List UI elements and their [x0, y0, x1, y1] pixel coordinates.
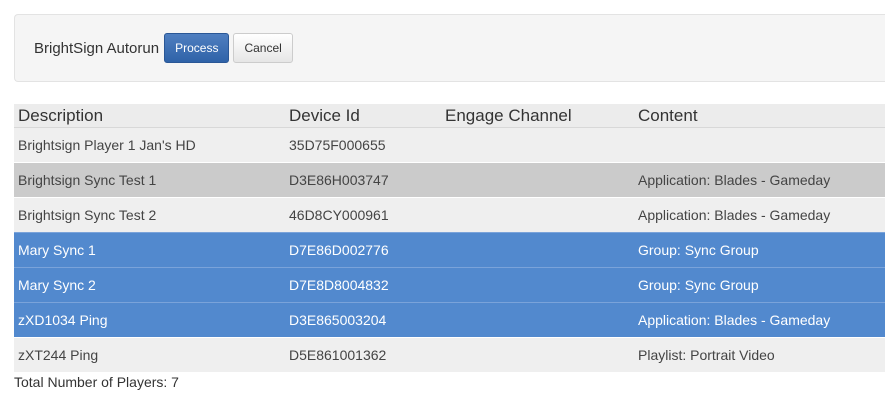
cell-engage-channel	[441, 232, 634, 268]
cell-description: Mary Sync 1	[14, 232, 285, 268]
cell-device-id: D7E86D002776	[285, 232, 441, 268]
cell-engage-channel	[441, 162, 634, 198]
cell-device-id: D7E8D8004832	[285, 267, 441, 303]
table-header-row: Description Device Id Engage Channel Con…	[14, 104, 885, 128]
cell-description: zXT244 Ping	[14, 337, 285, 372]
cell-content: Application: Blades - Gameday	[634, 162, 885, 198]
table-row[interactable]: Brightsign Player 1 Jan's HD 35D75F000655	[14, 127, 885, 163]
cell-description: zXD1034 Ping	[14, 302, 285, 338]
cell-engage-channel	[441, 302, 634, 338]
cell-description: Mary Sync 2	[14, 267, 285, 303]
column-header-engage-channel[interactable]: Engage Channel	[441, 104, 634, 128]
toolbar-title: BrightSign Autorun	[34, 39, 160, 57]
cell-engage-channel	[441, 197, 634, 233]
cell-content: Group: Sync Group	[634, 232, 885, 268]
cell-content: Group: Sync Group	[634, 267, 885, 303]
cancel-button[interactable]: Cancel	[233, 33, 293, 63]
cell-device-id: D3E86H003747	[285, 162, 441, 198]
column-header-content[interactable]: Content	[634, 104, 885, 128]
cell-device-id: D3E865003204	[285, 302, 441, 338]
cell-content: Application: Blades - Gameday	[634, 197, 885, 233]
cell-device-id: 46D8CY000961	[285, 197, 441, 233]
page: BrightSign Autorun Process Cancel Descri…	[0, 0, 885, 412]
cell-device-id: D5E861001362	[285, 337, 441, 372]
cell-engage-channel	[441, 337, 634, 372]
table-row[interactable]: zXD1034 Ping D3E865003204 Application: Bla…	[14, 302, 885, 338]
table-row[interactable]: zXT244 Ping D5E861001362 Playlist: Portrai…	[14, 337, 885, 372]
cell-content: Application: Blades - Gameday	[634, 302, 885, 338]
cell-content: Playlist: Portrait Video	[634, 337, 885, 372]
players-table: Description Device Id Engage Channel Con…	[14, 104, 885, 372]
column-header-device-id[interactable]: Device Id	[285, 104, 441, 128]
cell-content	[634, 127, 885, 163]
table-body: Brightsign Player 1 Jan's HD 35D75F000655…	[14, 127, 885, 372]
cell-engage-channel	[441, 267, 634, 303]
total-players-count: Total Number of Players: 7	[14, 374, 179, 390]
table-row[interactable]: Brightsign Sync Test 1 D3E86H003747 Applic…	[14, 162, 885, 198]
process-button[interactable]: Process	[164, 33, 230, 63]
cell-description: Brightsign Player 1 Jan's HD	[14, 127, 285, 163]
table-row[interactable]: Mary Sync 1 D7E86D002776 Group: Sync Group	[14, 232, 885, 268]
cell-description: Brightsign Sync Test 1	[14, 162, 285, 198]
toolbar: BrightSign Autorun Process Cancel	[14, 14, 885, 82]
table-row[interactable]: Mary Sync 2 D7E8D8004832 Group: Sync Group	[14, 267, 885, 303]
table-row[interactable]: Brightsign Sync Test 2 46D8CY000961 Applic…	[14, 197, 885, 233]
cell-engage-channel	[441, 127, 634, 163]
cell-description: Brightsign Sync Test 2	[14, 197, 285, 233]
column-header-description[interactable]: Description	[14, 104, 285, 128]
cell-device-id: 35D75F000655	[285, 127, 441, 163]
